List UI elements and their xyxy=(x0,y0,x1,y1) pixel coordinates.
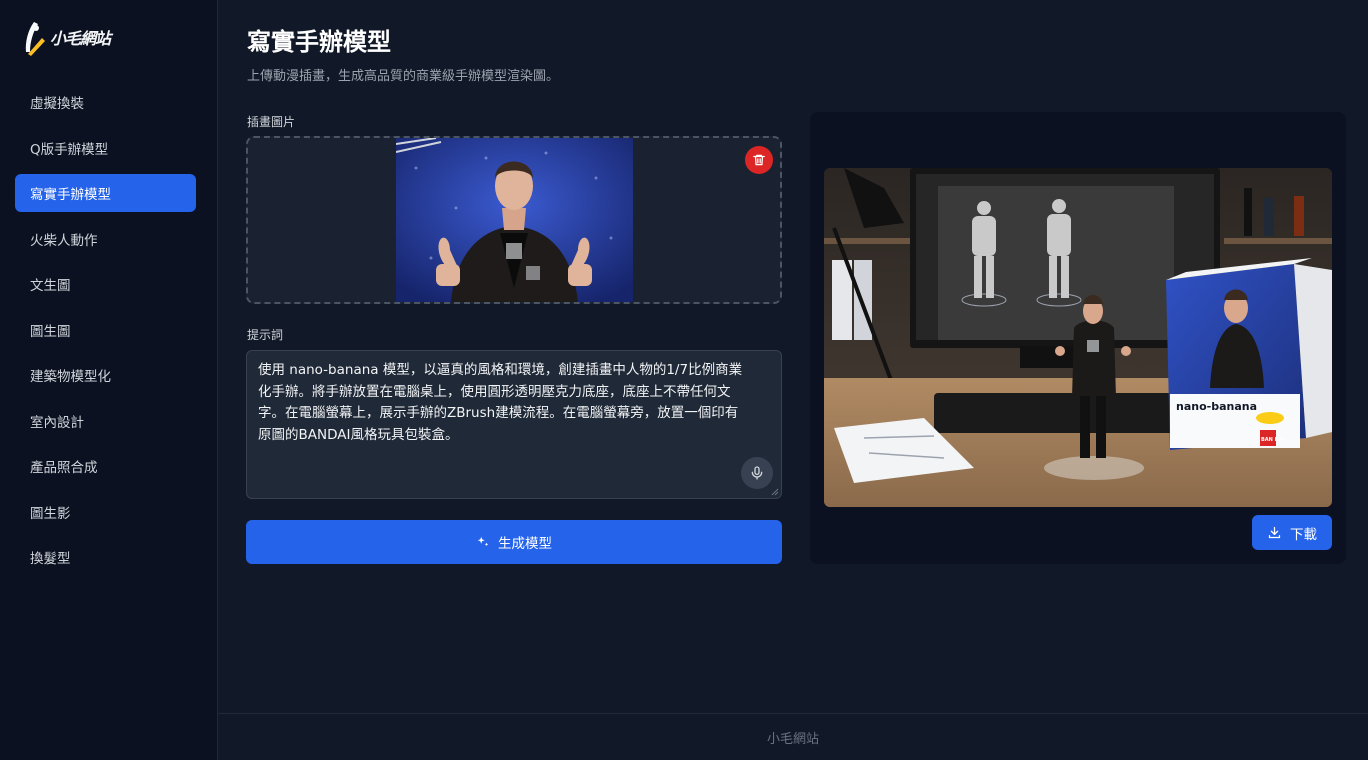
sidebar-item-label: 寫實手辦模型 xyxy=(30,187,111,203)
prompt-text[interactable]: 使用 nano-banana 模型，以逼真的風格和環境，創建插畫中人物的1/7比… xyxy=(258,360,748,446)
microphone-icon xyxy=(751,466,763,480)
generate-model-button[interactable]: 生成模型 xyxy=(246,520,782,564)
sidebar-item-label: 建築物模型化 xyxy=(30,369,111,385)
download-button-label: 下載 xyxy=(1290,526,1317,543)
sidebar-item-interior-design[interactable]: 室內設計 xyxy=(15,402,196,440)
sidebar-item-label: 圖生影 xyxy=(30,505,71,522)
page-subtitle: 上傳動漫插畫，生成高品質的商業級手辦模型渲染圖。 xyxy=(247,69,560,84)
result-panel: nano-banana BAN DAI 下載 xyxy=(810,112,1346,564)
sidebar-item-stickman-pose[interactable]: 火柴人動作 xyxy=(15,220,196,258)
sidebar-item-product-composite[interactable]: 產品照合成 xyxy=(15,447,196,485)
sidebar-item-chibi-figure[interactable]: Q版手辦模型 xyxy=(15,129,196,167)
sidebar-item-image-to-video[interactable]: 圖生影 xyxy=(15,493,196,531)
download-button[interactable]: 下載 xyxy=(1252,515,1332,550)
sidebar-item-virtual-tryon[interactable]: 虛擬換裝 xyxy=(15,83,196,121)
sidebar-item-building-model[interactable]: 建築物模型化 xyxy=(15,356,196,394)
sparkles-icon xyxy=(477,536,489,547)
generated-figure-image: nano-banana BAN DAI xyxy=(824,168,1332,507)
trash-icon xyxy=(753,154,765,166)
delete-image-button[interactable] xyxy=(745,146,773,174)
logo-text: 小毛網站 xyxy=(50,29,111,48)
sidebar-item-label: 產品照合成 xyxy=(30,460,98,476)
box-maker-text: BAN DAI xyxy=(1261,437,1285,443)
sidebar: 小毛網站 虛擬換裝 Q版手辦模型 寫實手辦模型 火柴人動作 文生圖 圖生圖 建築… xyxy=(0,0,218,760)
sidebar-item-label: 火柴人動作 xyxy=(30,232,98,249)
sidebar-item-image-to-image[interactable]: 圖生圖 xyxy=(15,311,196,349)
sidebar-item-label: 圖生圖 xyxy=(30,323,71,340)
sidebar-item-label: 文生圖 xyxy=(30,278,71,294)
pencil-logo-icon xyxy=(25,22,45,56)
generate-button-label: 生成模型 xyxy=(498,536,552,552)
prompt-textarea[interactable]: 使用 nano-banana 模型，以逼真的風格和環境，創建插畫中人物的1/7比… xyxy=(246,350,782,499)
image-upload-dropzone[interactable] xyxy=(246,136,782,304)
box-brand-text: nano-banana xyxy=(1176,400,1257,413)
sidebar-item-label: 換髮型 xyxy=(30,551,71,567)
footer-text: 小毛網站 xyxy=(766,731,819,747)
site-logo[interactable]: 小毛網站 xyxy=(22,16,111,58)
uploaded-illustration-image xyxy=(396,138,633,302)
sidebar-item-text-to-image[interactable]: 文生圖 xyxy=(15,265,196,303)
sidebar-item-label: 虛擬換裝 xyxy=(30,96,84,112)
voice-input-button[interactable] xyxy=(741,457,773,489)
sidebar-item-realistic-figure[interactable]: 寫實手辦模型 xyxy=(15,174,196,212)
sidebar-item-label: Q版手辦模型 xyxy=(30,141,109,158)
page-title: 寫實手辦模型 xyxy=(247,28,391,56)
sidebar-item-hairstyle[interactable]: 換髮型 xyxy=(15,538,196,576)
download-icon xyxy=(1268,526,1281,539)
sidebar-nav: 虛擬換裝 Q版手辦模型 寫實手辦模型 火柴人動作 文生圖 圖生圖 建築物模型化 … xyxy=(15,83,196,584)
sidebar-item-label: 室內設計 xyxy=(30,414,84,431)
upload-label: 插畫圖片 xyxy=(247,115,296,129)
resize-handle[interactable] xyxy=(771,488,779,496)
prompt-label: 提示詞 xyxy=(247,328,284,342)
footer: 小毛網站 xyxy=(218,713,1368,760)
